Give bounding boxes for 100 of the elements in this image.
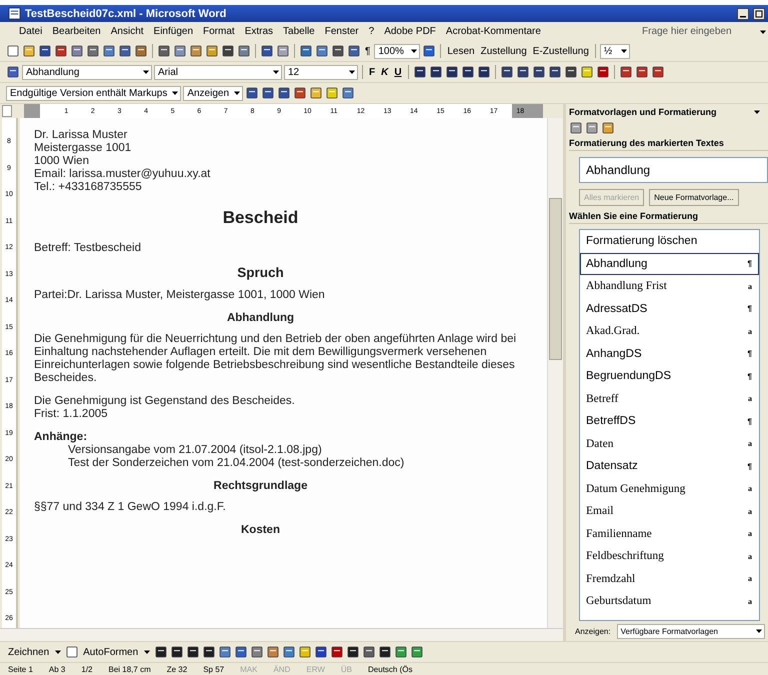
menu-item[interactable]: Fenster [320,26,364,37]
document-text: Tel.: +433168735555 [34,181,143,194]
display-dropdown[interactable]: Endgültige Version enthält Markups [6,86,182,100]
style-type-mark: a [748,394,752,404]
pane-button[interactable]: Neue Formatvorlage... [649,189,739,206]
caret-icon[interactable] [233,89,242,97]
style-item[interactable]: BetreffDS ¶ [580,410,759,432]
style-name: Formatierung löschen [586,235,698,248]
status-item: Ab 3 [48,664,66,674]
toolbar-button[interactable]: E-Zustellung [530,46,591,56]
bold-button[interactable]: F [367,66,378,78]
underline-button[interactable]: U [392,66,404,78]
window-title: TestBescheid07c.xml - Microsoft Word [25,8,226,20]
status-item: Ze 32 [166,664,188,674]
style-item[interactable]: Betreff a [580,388,759,410]
caret-icon[interactable] [142,68,150,76]
style-item[interactable]: Akad.Grad. a [580,320,759,342]
restore-icon[interactable] [753,8,765,20]
status-item: 1/2 [81,664,92,674]
style-type-mark: a [748,529,752,538]
status-item: MAK [240,664,258,674]
caret-icon[interactable] [272,68,280,76]
menu-item[interactable]: Extras [240,26,278,37]
style-name: BetreffDS [586,415,636,428]
caret-icon[interactable] [54,648,62,656]
document-text: Kosten [240,524,281,537]
status-item: ERW [306,664,325,674]
caret-icon[interactable] [620,47,628,55]
show-label: Anzeigen: [575,626,611,636]
status-item: Sp 57 [203,664,224,674]
style-dropdown[interactable]: Abhandlung [22,64,152,80]
style-name: Datum Genehmigung [586,482,686,495]
toolbar-button[interactable]: Zustellung [478,46,529,56]
style-item[interactable]: Email a [580,500,759,522]
style-item[interactable]: Geburtsdatum a [580,590,759,612]
font-dropdown[interactable]: Arial [154,64,282,80]
menu-item[interactable]: Format [198,26,240,37]
style-name: Abhandlung Frist [586,280,667,292]
style-name: Akad.Grad. [586,325,640,338]
caret-icon[interactable] [753,108,761,116]
style-item[interactable]: BegruendungDS ¶ [580,365,759,388]
toolbar-button[interactable]: Lesen [445,46,477,56]
caret-icon[interactable] [143,648,152,656]
vertical-scrollbar[interactable] [547,118,563,628]
document-text: §§77 und 334 Z 1 GewO 1994 i.d.g.F. [34,501,227,514]
style-item[interactable]: Abhandlung Frist a [580,275,759,298]
show-dropdown[interactable]: Verfügbare Formatvorlagen [616,624,765,638]
horizontal-scrollbar[interactable] [0,628,563,641]
status-item: Seite 1 [8,664,33,674]
font-size-dropdown[interactable]: ½ [600,44,630,58]
show-marks-button[interactable]: ¶ [363,46,372,56]
task-pane-title: Formatvorlagen und Formatierung [569,107,717,117]
style-item[interactable]: Datensatz ¶ [580,455,759,478]
document-text: Partei:Dr. Larissa Muster, Meistergasse 1001, 1000 Wien [34,289,326,302]
style-item[interactable]: Fremdzahl a [580,568,759,590]
style-type-mark: a [748,439,752,448]
show-dropdown[interactable]: Anzeigen [183,86,244,100]
style-name: Daten [586,438,614,450]
minimize-icon[interactable] [737,8,749,20]
caret-icon[interactable] [171,89,180,97]
style-type-mark: a [748,282,752,291]
style-item[interactable]: Datum Genehmigung a [580,478,759,500]
menu-item[interactable]: ? [364,26,380,37]
style-item[interactable]: AnhangDS ¶ [580,342,759,365]
help-search-field[interactable]: Frage hier eingeben [636,26,758,37]
document-text: Anhänge: [34,431,88,444]
current-style-field[interactable]: Abhandlung [579,157,768,183]
zoom-dropdown[interactable]: 100% [374,44,420,58]
menu-item[interactable]: Acrobat-Kommentare [440,26,546,37]
autoshapes-button[interactable]: AutoFormen [81,646,140,658]
document-text: Spruch [236,265,285,281]
style-item[interactable]: Feldbeschriftung a [580,545,759,568]
style-item[interactable]: AdressatDS ¶ [580,298,759,320]
style-name: AnhangDS [586,348,642,360]
caret-icon[interactable] [754,627,763,635]
menu-item[interactable]: Adobe PDF [379,26,441,37]
menu-item[interactable]: Datei [14,26,48,37]
document-text: Dr. Larissa Muster [34,129,128,142]
caret-icon[interactable] [348,68,356,76]
draw-menu-button[interactable]: Zeichnen [6,646,52,658]
size-dropdown[interactable]: 12 [284,64,358,80]
status-item: Deutsch (Ös [368,664,412,674]
style-item[interactable]: Daten a [580,432,759,455]
italic-button[interactable]: K [379,66,390,78]
style-item[interactable]: Abhandlung ¶ [580,252,759,275]
style-name: Email [586,505,614,518]
style-name: BegruendungDS [586,370,672,382]
status-item: ÜB [340,664,352,674]
menu-item[interactable]: Tabelle [278,26,320,37]
caret-icon[interactable] [759,28,767,36]
style-item[interactable]: Familienname a [580,522,759,545]
menu-item[interactable]: Ansicht [106,26,149,37]
document-text: Die Genehmigung ist Gegenstand des Bescheides. [34,395,296,408]
caret-icon[interactable] [410,47,418,55]
style-item[interactable]: Formatierung löschen [580,230,759,252]
menu-item[interactable]: Bearbeiten [47,26,106,37]
document-text: Bescheid [222,208,300,228]
tab-selector[interactable] [2,105,12,117]
menu-item[interactable]: Einfügen [148,26,198,37]
style-type-mark: ¶ [748,349,752,358]
